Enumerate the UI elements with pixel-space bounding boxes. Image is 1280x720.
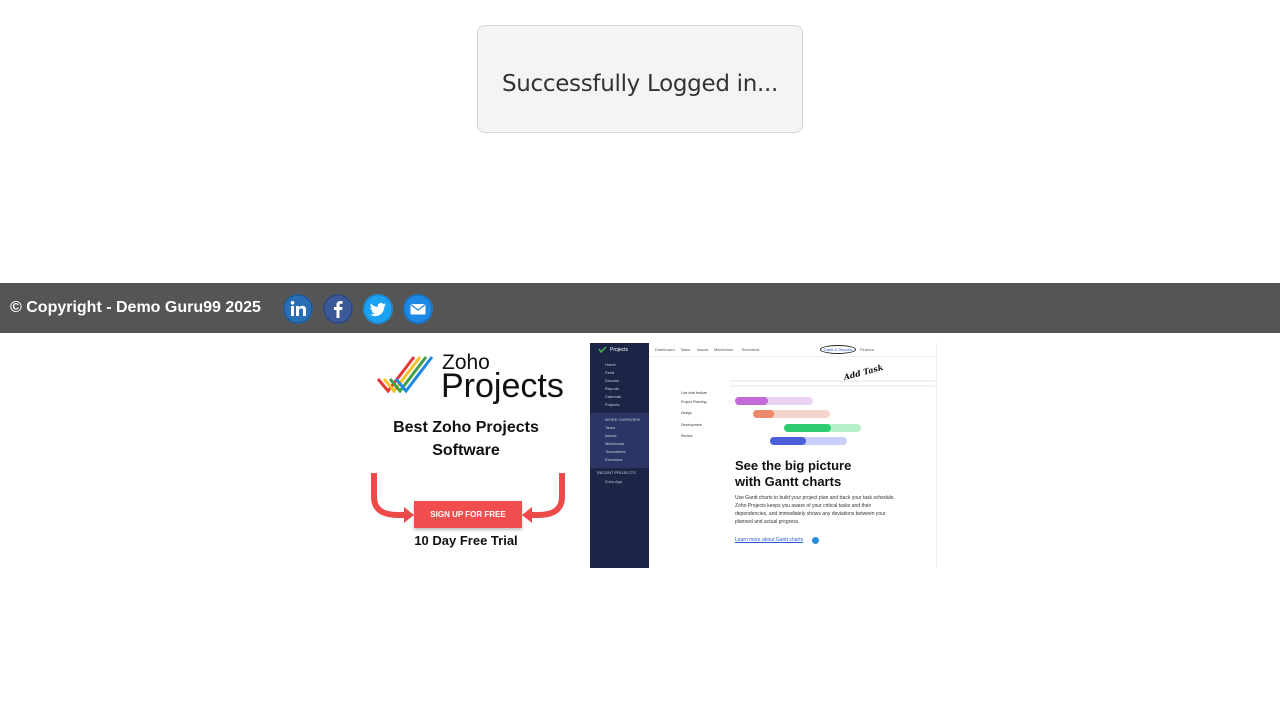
task-row: Live chat feature: [681, 391, 707, 395]
footer: © Copyright - Demo Guru99 2025: [0, 283, 1280, 333]
app-title: Projects: [610, 347, 629, 353]
ad-headline: See the big picture with Gantt charts: [735, 458, 851, 490]
ad-headline-line-1: See the big picture: [735, 458, 852, 473]
tab: Issues: [697, 347, 709, 352]
sidebar-item: Discuss: [605, 378, 620, 383]
zoho-ad-left[interactable]: Zoho Projects Best Zoho Projects Softwar…: [368, 343, 568, 568]
sidebar-item: Home: [605, 362, 616, 367]
sidebar-item: Feed: [605, 370, 615, 375]
zoho-projects-logo-icon: [376, 356, 434, 394]
work-item: Timesheets: [605, 449, 626, 454]
twitter-icon[interactable]: [362, 294, 393, 324]
gantt-bar: [770, 437, 806, 445]
page: Successfully Logged in... © Copyright - …: [0, 0, 1280, 720]
work-item: Milestones: [605, 441, 625, 446]
email-icon[interactable]: [402, 294, 433, 324]
ad-title-line-1: Best Zoho Projects: [393, 419, 539, 436]
tab: Finance: [860, 347, 875, 352]
tab: Timesheet: [741, 347, 760, 352]
gantt-bar: [753, 410, 774, 418]
tab: Dashboard: [655, 347, 675, 352]
tab: Milestones: [714, 347, 734, 352]
ad-title: Best Zoho Projects Software: [368, 416, 564, 462]
tab: Tasks: [680, 347, 691, 352]
task-row: Development: [681, 423, 702, 427]
app-sidebar: Projects Home Feed Discuss Reports Calen…: [590, 343, 649, 568]
ad-headline-line-2: with Gantt charts: [735, 474, 842, 489]
login-status-box: Successfully Logged in...: [477, 25, 803, 133]
tab-active: Gantt & Reports: [820, 345, 856, 354]
copyright-text: © Copyright - Demo Guru99 2025: [10, 299, 261, 316]
facebook-icon[interactable]: [322, 294, 353, 324]
app-top-tabs: Dashboard Tasks Issues Milestones Timesh…: [649, 343, 936, 357]
gantt-learn-more-link[interactable]: Learn more about Gantt charts: [735, 537, 803, 543]
app-logo-icon: [598, 346, 607, 353]
login-success-message: Successfully Logged in...: [501, 71, 779, 97]
task-row: Design: [681, 411, 692, 415]
free-trial-text: 10 Day Free Trial: [414, 533, 518, 548]
task-row: Review: [681, 434, 693, 438]
recent-project-item: Zoho App: [605, 479, 623, 484]
ad-title-line-2: Software: [432, 442, 500, 459]
linkedin-icon[interactable]: [282, 294, 313, 324]
sidebar-item: Projects: [605, 402, 620, 407]
task-row: Project Planning: [681, 400, 707, 404]
sign-up-for-free-button[interactable]: SIGN UP FOR FREE: [414, 501, 522, 528]
recent-projects-heading: RECENT PROJECTS: [597, 470, 636, 475]
work-item: Exercises: [605, 457, 623, 462]
ad-brand-big: Projects: [441, 367, 564, 405]
ad-description: Use Gantt charts to build your project p…: [735, 495, 895, 525]
work-item: Issues: [605, 433, 617, 438]
work-overview-heading: WORK OVERVIEW: [605, 417, 641, 422]
social-links: [282, 294, 433, 324]
gantt-bar: [784, 424, 831, 432]
sidebar-item: Calendar: [605, 394, 622, 399]
zoho-ad-right[interactable]: Projects Home Feed Discuss Reports Calen…: [590, 343, 937, 568]
work-item: Tasks: [605, 425, 616, 430]
arrow-right-icon: [812, 537, 819, 544]
gantt-bar: [735, 397, 768, 405]
sidebar-item: Reports: [605, 386, 620, 391]
